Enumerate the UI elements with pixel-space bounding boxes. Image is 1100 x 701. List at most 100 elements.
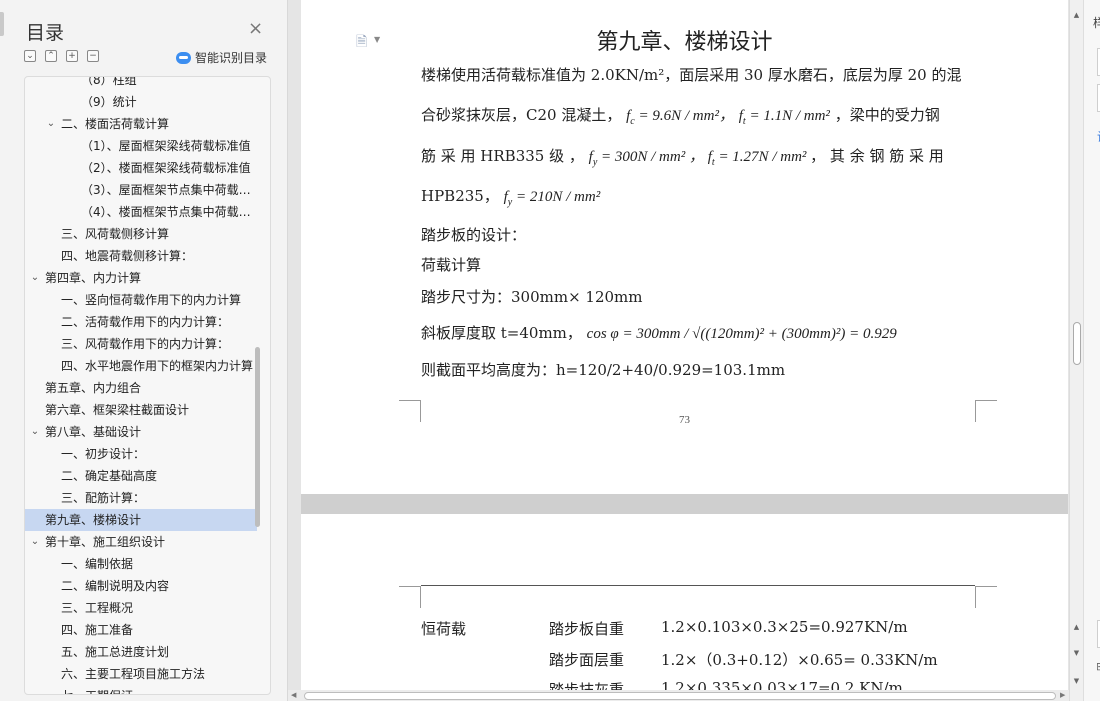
toc-item-label: 三、风荷载作用下的内力计算： xyxy=(61,337,230,351)
toc-item[interactable]: 二、活荷载作用下的内力计算： xyxy=(25,311,257,333)
scroll-down-icon[interactable]: ▼ xyxy=(1070,676,1083,686)
toc-item-label: 第九章、楼梯设计 xyxy=(45,513,142,527)
toc-item-label: 二、楼面活荷载计算 xyxy=(61,117,170,131)
toc-item-label: 一、初步设计： xyxy=(61,447,146,461)
toc-item[interactable]: （4）、楼面框架节点集中荷载标准值 xyxy=(25,201,257,223)
paragraph-line: 踏步板的设计： xyxy=(421,226,527,244)
table-cell-formula: 1.2×0.103×0.3×25=0.927KN/m xyxy=(661,618,908,636)
toc-title: 目录 xyxy=(26,22,65,44)
toc-item[interactable]: 三、配筋计算： xyxy=(25,487,257,509)
toc-item[interactable]: 四、施工准备 xyxy=(25,619,257,641)
toc-list: （8）柱组 （9）统计 ⌄ 二、楼面活荷载计算 （1）、屋面框架梁线荷载标准值 （2）、楼… xyxy=(25,77,257,694)
toc-item-label: 三、配筋计算： xyxy=(61,491,146,505)
paragraph-line: 筋 采 用 HRB335 级 ， fy = 300N / mm² ， ft = … xyxy=(421,145,944,168)
toc-item[interactable]: ⌄ 第四章、内力计算 xyxy=(25,267,257,289)
toc-item[interactable]: 六、主要工程项目施工方法 xyxy=(25,663,257,685)
toc-item-label: 二、编制说明及内容 xyxy=(61,579,170,593)
panel-edge-handle[interactable] xyxy=(0,12,4,36)
paragraph-line: 踏步尺寸为：300mm× 120mm xyxy=(421,288,643,306)
margin-corner-mark xyxy=(399,586,421,608)
vertical-scrollbar-thumb[interactable] xyxy=(1073,322,1081,365)
toc-item-label: 第十章、施工组织设计 xyxy=(45,535,166,549)
right-side-panel: 样 设 ⊞ xyxy=(1083,0,1100,701)
toc-item-label: 二、活荷载作用下的内力计算： xyxy=(61,315,230,329)
toc-item-label: 一、编制依据 xyxy=(61,557,134,571)
collapse-down-icon[interactable]: ⌄ xyxy=(24,50,36,62)
toc-toolbar: ⌄ ⌃ + − xyxy=(24,50,99,62)
toc-item-label: 第五章、内力组合 xyxy=(45,381,142,395)
scroll-up-icon[interactable]: ▲ xyxy=(1070,10,1083,20)
toc-item[interactable]: 四、水平地震作用下的框架内力计算 xyxy=(25,355,257,377)
toc-item[interactable]: 二、确定基础高度 xyxy=(25,465,257,487)
remove-heading-icon[interactable]: − xyxy=(87,50,99,62)
toc-item[interactable]: ⌄ 二、楼面活荷载计算 xyxy=(25,113,257,135)
toc-item[interactable]: ⌄ 第八章、基础设计 xyxy=(25,421,257,443)
toc-item-label: 四、水平地震作用下的框架内力计算 xyxy=(61,359,254,373)
toc-item[interactable]: （1）、屋面框架梁线荷载标准值 xyxy=(25,135,257,157)
toc-item[interactable]: 第六章、框架梁柱截面设计 xyxy=(25,399,257,421)
page-up-icon[interactable]: ▲ xyxy=(1070,622,1083,632)
formula-text: = 1.1N / mm² xyxy=(745,108,830,124)
paragraph-line: 荷载计算 xyxy=(421,256,482,274)
side-panel-label: 样 xyxy=(1093,14,1100,31)
toc-item[interactable]: 第九章、楼梯设计 xyxy=(25,509,257,531)
toc-item-label: 一、竖向恒荷载作用下的内力计算 xyxy=(61,293,242,307)
toc-item[interactable]: （2）、楼面框架梁线荷载标准值 xyxy=(25,157,257,179)
horizontal-scrollbar[interactable]: ◀ ▶ xyxy=(288,690,1069,701)
text-run: 筋 采 用 HRB335 级 ， xyxy=(421,147,589,165)
toc-item[interactable]: 一、竖向恒荷载作用下的内力计算 xyxy=(25,289,257,311)
toc-item[interactable]: 一、初步设计： xyxy=(25,443,257,465)
toc-item[interactable]: （8）柱组 xyxy=(25,77,257,91)
table-cell-name: 踏步板自重 xyxy=(549,620,625,638)
toc-item[interactable]: 第五章、内力组合 xyxy=(25,377,257,399)
toc-item[interactable]: ⌄ 第十章、施工组织设计 xyxy=(25,531,257,553)
toc-item[interactable]: （9）统计 xyxy=(25,91,257,113)
toc-item[interactable]: 三、风荷载侧移计算 xyxy=(25,223,257,245)
page-number: 73 xyxy=(679,414,690,426)
toc-item-label: 第六章、框架梁柱截面设计 xyxy=(45,403,190,417)
page-down-icon[interactable]: ▼ xyxy=(1070,648,1083,658)
toc-item[interactable]: 五、施工总进度计划 xyxy=(25,641,257,663)
chevron-down-icon[interactable]: ⌄ xyxy=(45,113,57,135)
text-run: ， 其 余 钢 筋 采 用 xyxy=(810,147,944,165)
text-run: HPB235， xyxy=(421,187,499,205)
toc-item-label: 三、工程概况 xyxy=(61,601,134,615)
table-cell-name: 踏步面层重 xyxy=(549,651,625,669)
toc-item-label: 四、施工准备 xyxy=(61,623,134,637)
toc-item[interactable]: 四、地震荷载侧移计算： xyxy=(25,245,257,267)
smart-toc-label: 智能识别目录 xyxy=(195,51,268,65)
chevron-down-icon[interactable]: ⌄ xyxy=(29,267,41,289)
toc-item-label: 第八章、基础设计 xyxy=(45,425,142,439)
toc-item-label: 七、工期保证 xyxy=(61,689,133,694)
smart-toc-button[interactable]: 智能识别目录 xyxy=(176,49,267,66)
paragraph-line: 合砂浆抹灰层，C20 混凝土， fc = 9.6N / mm²， ft = 1.… xyxy=(421,104,940,127)
panel-tool-icon[interactable]: ⊞ xyxy=(1096,660,1100,673)
toc-scrollbar[interactable] xyxy=(255,77,261,694)
table-cell-category: 恒荷载 xyxy=(421,620,467,638)
collapse-up-icon[interactable]: ⌃ xyxy=(45,50,57,62)
toc-item[interactable]: 三、工程概况 xyxy=(25,597,257,619)
document-page: 恒荷载 踏步板自重 1.2×0.103×0.3×25=0.927KN/m 踏步面… xyxy=(301,514,1068,701)
toc-list-box: （8）柱组 （9）统计 ⌄ 二、楼面活荷载计算 （1）、屋面框架梁线荷载标准值 （2）、楼… xyxy=(24,76,271,695)
toc-item-label: 第四章、内力计算 xyxy=(45,271,142,285)
paragraph-line: 楼梯使用活荷载标准值为 2.0KN/m²，面层采用 30 厚水磨石，底层为厚 2… xyxy=(421,66,962,84)
add-heading-icon[interactable]: + xyxy=(66,50,78,62)
scroll-left-icon[interactable]: ◀ xyxy=(291,690,296,701)
chevron-down-icon[interactable]: ⌄ xyxy=(29,531,41,553)
text-run: ，梁中的受力钢 xyxy=(834,106,940,124)
scroll-right-icon[interactable]: ▶ xyxy=(1060,690,1065,701)
toc-item-label: （3）、屋面框架节点集中荷载标准值 xyxy=(81,183,257,197)
close-icon[interactable]: × xyxy=(248,20,263,38)
horizontal-scrollbar-thumb[interactable] xyxy=(304,692,1056,700)
toc-item[interactable]: 二、编制说明及内容 xyxy=(25,575,257,597)
vertical-scrollbar[interactable]: ▲ ▲ ▼ ▼ xyxy=(1069,0,1083,701)
toc-item[interactable]: 七、工期保证 xyxy=(25,685,257,694)
chevron-down-icon[interactable]: ⌄ xyxy=(29,421,41,443)
toc-item[interactable]: （3）、屋面框架节点集中荷载标准值 xyxy=(25,179,257,201)
toc-item[interactable]: 一、编制依据 xyxy=(25,553,257,575)
toc-item[interactable]: 三、风荷载作用下的内力计算： xyxy=(25,333,257,355)
paragraph-line: 则截面平均高度为：h=120/2+40/0.929=103.1mm xyxy=(421,361,786,379)
toc-scrollbar-thumb[interactable] xyxy=(255,347,260,527)
formula-text: cos φ = 300mm / √((120mm)² + (300mm)²) =… xyxy=(586,326,897,342)
toc-item-label: （1）、屋面框架梁线荷载标准值 xyxy=(81,139,251,153)
